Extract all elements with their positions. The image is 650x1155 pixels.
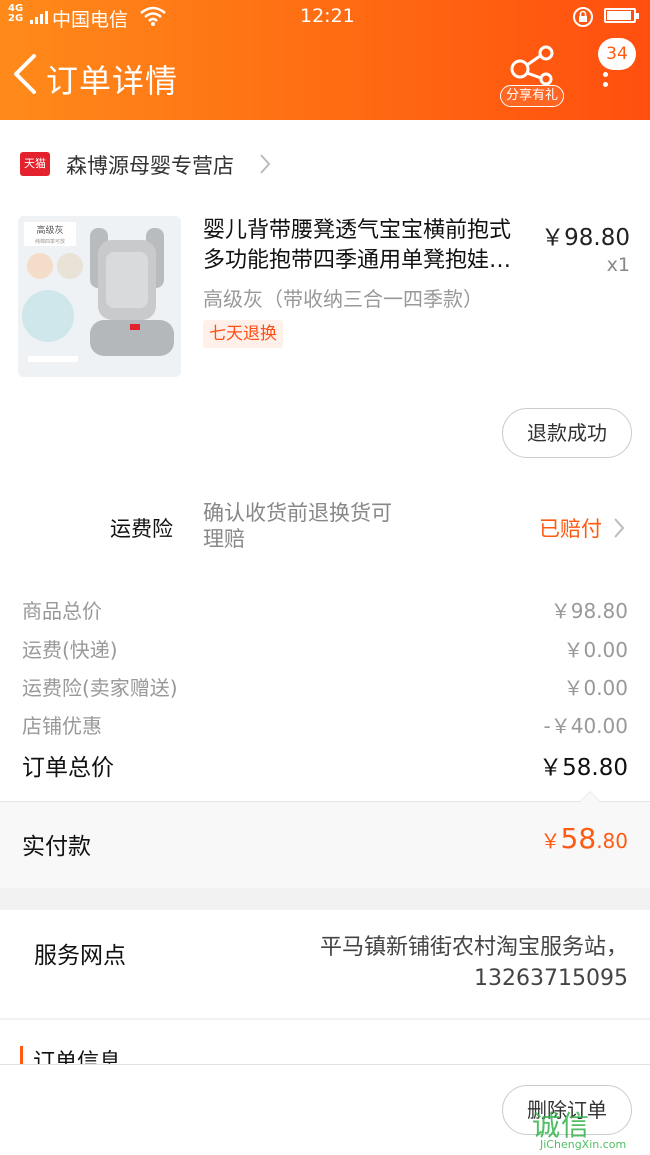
share-icon [510,45,554,86]
order-info-card: 订单信息 [0,1020,650,1070]
order-total-value: ￥58.80 [539,755,628,781]
insurance-status[interactable]: 已赔付 [539,513,602,543]
fee-value: -￥40.00 [543,714,628,738]
fee-value: ￥98.80 [550,599,628,623]
page-title: 订单详情 [46,62,179,100]
network-2g-label: 2G [8,13,24,24]
section-accent-bar [20,1046,23,1066]
actual-paid-amount: ￥58.80 [541,822,628,855]
service-point-address: 平马镇新铺街农村淘宝服务站， [319,935,628,960]
shop-row[interactable]: 天猫 森博源母婴专营店 [0,140,650,188]
watermark-logo: 诚信 JiChengXin.com [532,1100,650,1155]
service-point-card: 服务网点 平马镇新铺街农村淘宝服务站， 13263715095 [0,910,650,1018]
product-title-line2: 多功能抱带四季通用单凳抱娃… [203,248,512,273]
share-label: 分享有礼 [500,85,564,107]
watermark-sub: JiChengXin.com [540,1138,627,1151]
refund-success-button[interactable]: 退款成功 [502,408,632,458]
shop-name: 森博源母婴专营店 [66,154,234,178]
shipping-insurance-desc: 确认收货前退换货可 理赔 [203,500,433,552]
more-dots-icon [603,72,611,92]
product-title[interactable]: 婴儿背带腰凳透气宝宝横前抱式 多功能抱带四季通用单凳抱娃… [203,216,533,276]
message-count-badge: 34 [598,38,636,70]
paid-integer: 58 [560,822,597,855]
actual-paid-box: 实付款 ￥58.80 [0,791,650,888]
shipping-insurance-label: 运费险 [110,517,173,541]
clock: 12:21 [300,5,355,27]
insurance-desc-line1: 确认收货前退换货可 [203,501,392,525]
network-indicator: 4G 2G [8,4,23,24]
caret-up-icon [579,791,601,802]
insurance-desc-line2: 理赔 [203,527,245,551]
more-menu-button[interactable]: 34 [590,36,636,96]
fee-label: 运费(快递) [22,638,118,662]
signal-icon [30,8,48,24]
product-quantity: x1 [606,254,630,276]
actual-paid-label: 实付款 [22,834,91,860]
baby-carrier-image: 高级灰 纯棉四季可放 [18,216,181,377]
app-header: 4G 2G 中国电信 12:21 订单详情 分享有礼 34 [0,0,650,120]
paid-currency: ￥ [540,829,561,853]
order-total-label: 订单总价 [22,755,114,781]
fee-value: ￥0.00 [563,638,628,662]
chevron-right-icon[interactable] [612,516,626,540]
chevron-left-icon [14,54,36,94]
image-caption: 高级灰 [36,224,63,236]
rotation-lock-icon [572,6,594,33]
service-point-phone[interactable]: 13263715095 [320,963,628,994]
product-title-line1: 婴儿背带腰凳透气宝宝横前抱式 [203,218,512,243]
service-point-label: 服务网点 [34,943,126,969]
carrier-name: 中国电信 [52,9,129,31]
product-price: ￥98.80 [541,225,630,251]
share-button[interactable]: 分享有礼 [500,45,564,107]
fee-label: 商品总价 [22,599,102,623]
fee-value: ￥0.00 [563,676,628,700]
image-subcaption: 纯棉四季可放 [35,238,65,245]
service-point-value: 平马镇新铺街农村淘宝服务站， 13263715095 [320,932,628,994]
fee-label: 店铺优惠 [22,714,102,738]
status-bar: 4G 2G 中国电信 12:21 [0,0,650,36]
paid-decimal: .80 [596,829,628,853]
seven-day-return-badge: 七天退换 [203,320,283,348]
order-card: 天猫 森博源母婴专营店 高级灰 纯棉四季可放 婴儿背带腰凳透气宝宝横前抱式 多功… [0,120,650,888]
chevron-right-icon [260,154,271,174]
back-button[interactable] [8,52,44,96]
battery-icon [604,8,639,23]
tmall-icon: 天猫 [20,152,50,176]
product-sku: 高级灰（带收纳三合一四季款） [203,287,483,311]
wifi-icon [140,6,166,31]
fee-label: 运费险(卖家赠送) [22,676,178,700]
product-image[interactable]: 高级灰 纯棉四季可放 [18,216,181,377]
